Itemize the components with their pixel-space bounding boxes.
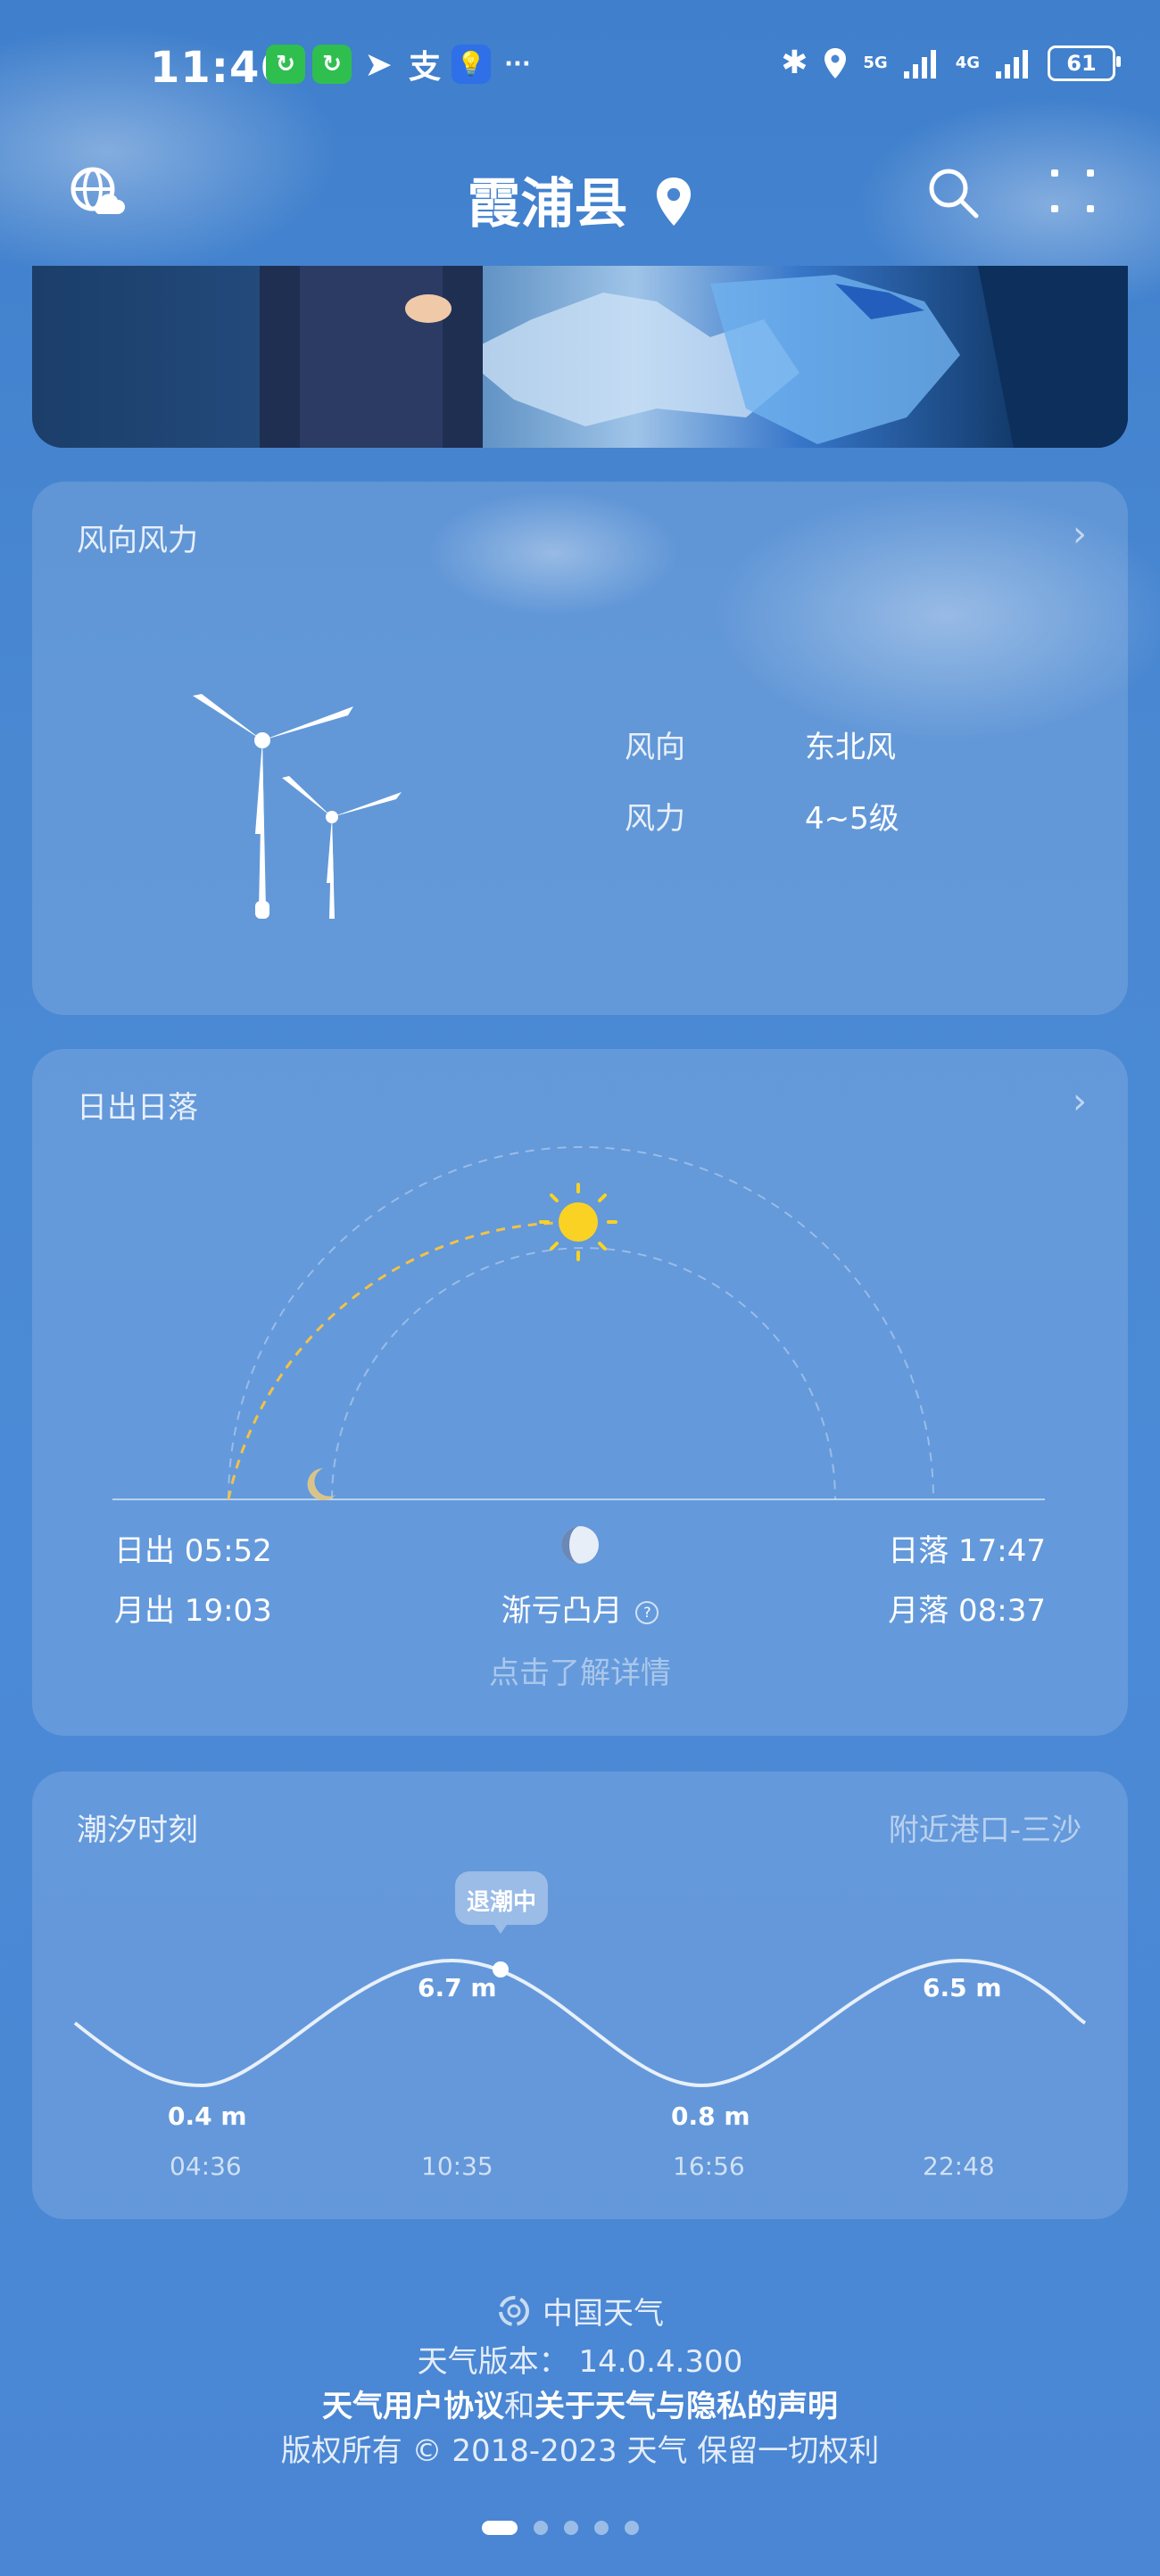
wind-direction-label: 风向 <box>625 730 685 765</box>
status-right-icons: ✱ 5G 4G 61 <box>781 45 1121 81</box>
tide-height-1: 0.4 m <box>168 2101 247 2131</box>
tide-time-2: 10:35 <box>421 2151 493 2181</box>
footer-and-text: 和 <box>504 2389 534 2424</box>
user-agreement-link[interactable]: 天气用户协议 <box>322 2389 504 2424</box>
sunset-time: 日落 17:47 <box>888 1533 1046 1569</box>
footer-version: 天气版本： 14.0.4.300 <box>417 2344 743 2380</box>
wind-direction-value: 东北风 <box>805 730 896 765</box>
bulb-app-icon: 💡 <box>452 45 491 84</box>
tide-time-1: 04:36 <box>170 2151 242 2181</box>
moon-arc <box>331 1247 836 1500</box>
sun-arc <box>228 1146 934 1500</box>
tide-time-3: 16:56 <box>673 2151 745 2181</box>
signal-icon <box>903 49 936 78</box>
network-4g-label: 4G <box>955 54 980 72</box>
moon-phase-icon <box>561 1526 599 1564</box>
signal-icon <box>996 49 1028 78</box>
more-grid-icon <box>1051 169 1094 212</box>
alipay-icon: 支 <box>408 49 441 86</box>
help-icon[interactable]: ? <box>635 1601 659 1624</box>
china-weather-logo-icon <box>499 2296 529 2326</box>
battery-indicator: 61 <box>1048 45 1121 81</box>
weather-video-card[interactable] <box>32 266 1128 448</box>
sun-moon-card[interactable]: 日出日落 › 日出 05:52 日落 17:47 月出 19:03 月落 08:… <box>32 1049 1128 1736</box>
chevron-right-icon[interactable]: › <box>1073 514 1087 555</box>
wind-force-value: 4~5级 <box>805 801 899 837</box>
status-bar: 11:46 ↻ ↻ ➤ 支 💡 ··· ✱ 5G 4G 61 <box>0 36 1160 107</box>
location-pin-icon <box>657 178 692 226</box>
tide-height-2: 6.7 m <box>418 1973 497 2002</box>
search-button[interactable] <box>924 164 982 225</box>
top-header: 霞浦县 <box>0 152 1160 241</box>
network-5g-label: 5G <box>863 54 888 72</box>
privacy-statement-link[interactable]: 关于天气与隐私的声明 <box>534 2389 838 2424</box>
bluetooth-icon: ✱ <box>781 45 808 81</box>
more-notifications-icon: ··· <box>504 51 531 78</box>
app-notify-icon: ↻ <box>312 45 352 84</box>
page-indicator[interactable] <box>482 2521 639 2535</box>
page-dot[interactable] <box>564 2521 578 2535</box>
sun-moon-arc-diagram <box>112 1146 1045 1500</box>
forecast-map-image <box>260 266 1128 448</box>
wind-card-title: 风向风力 <box>77 523 198 558</box>
wind-force-label: 风力 <box>625 801 685 837</box>
wind-turbine-icon <box>193 694 402 919</box>
tide-status-badge: 退潮中 <box>466 1889 536 1916</box>
moon-phase-name: 渐亏凸月 ? <box>32 1586 1128 1630</box>
tide-card[interactable]: 潮汐时刻 附近港口-三沙 退潮中 0.4 m 04:36 6.7 m 10:35… <box>32 1771 1128 2219</box>
telegram-icon: ➤ <box>364 45 393 84</box>
footer-brand: 中国天气 <box>0 2289 1160 2332</box>
wind-card[interactable]: 风向风力 › 风向 东北风 风力 4~5级 <box>32 482 1128 1015</box>
location-icon <box>824 47 847 78</box>
page-dot-active[interactable] <box>482 2521 518 2535</box>
footer-copyright: 版权所有 © 2018-2023 天气 保留一切权利 <box>280 2433 880 2469</box>
page-dot[interactable] <box>625 2521 639 2535</box>
footer-brand-text: 中国天气 <box>543 2296 664 2332</box>
search-icon <box>929 169 979 219</box>
city-title[interactable]: 霞浦县 <box>0 161 1160 238</box>
tide-height-4: 6.5 m <box>923 1973 1002 2002</box>
city-name: 霞浦县 <box>467 173 628 235</box>
page-dot[interactable] <box>534 2521 548 2535</box>
battery-level: 61 <box>1066 50 1097 76</box>
tide-time-4: 22:48 <box>923 2151 995 2181</box>
app-notify-icon: ↻ <box>266 45 305 84</box>
footer-links: 天气用户协议和关于天气与隐私的声明 <box>0 2382 1160 2425</box>
sun-arc-progress <box>227 1221 579 1500</box>
page-dot[interactable] <box>594 2521 609 2535</box>
status-app-icons: ↻ ↻ ➤ 支 💡 ··· <box>266 45 537 86</box>
sunrise-time: 日出 05:52 <box>114 1533 272 1569</box>
more-menu-button[interactable] <box>1046 164 1099 221</box>
tide-height-3: 0.8 m <box>671 2101 750 2131</box>
details-link[interactable]: 点击了解详情 <box>32 1648 1128 1692</box>
moon-phase-text: 渐亏凸月 <box>501 1593 623 1629</box>
